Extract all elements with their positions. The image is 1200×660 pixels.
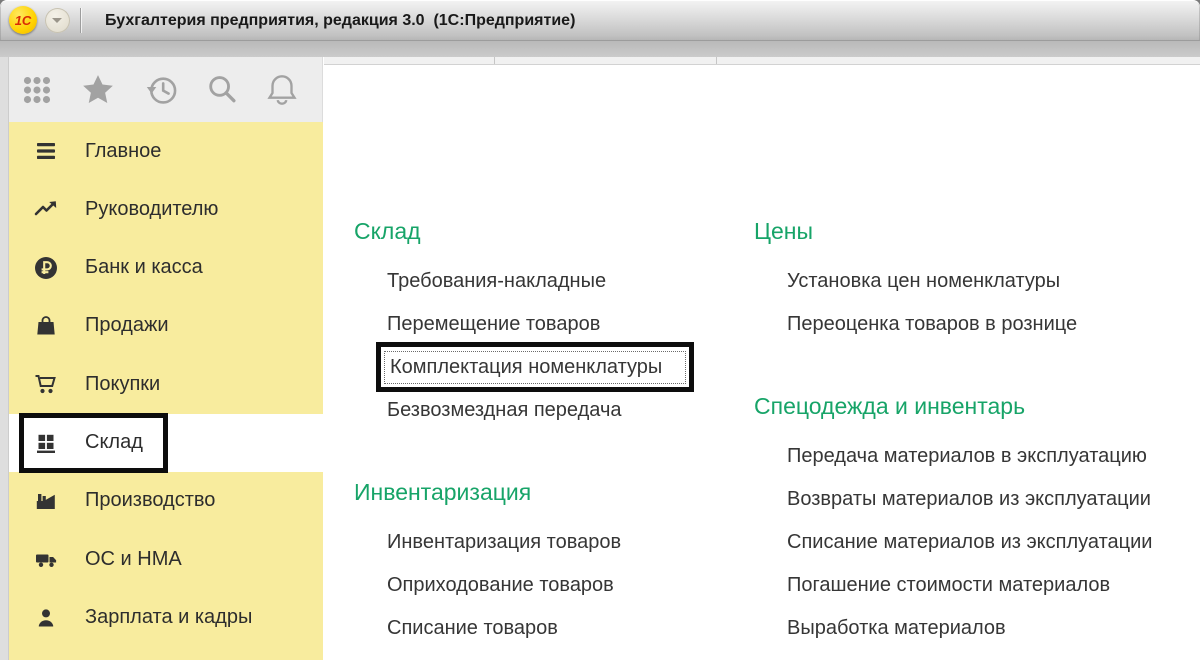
tab-strip (324, 57, 1200, 65)
sidebar-item-label: Зарплата и кадры (85, 606, 253, 629)
sidebar-item-prodazhi[interactable]: Продажи (9, 297, 323, 355)
section-title: Спецодежда и инвентарь (754, 393, 1026, 419)
sidebar-item-sklad[interactable]: Склад (9, 412, 323, 473)
sidebar-item-proizvodstvo[interactable]: Производство (9, 472, 323, 530)
sidebar-item-os-i-nma[interactable]: ОС и НМА (9, 530, 323, 588)
sidebar-item-label: Главное (85, 139, 162, 162)
menu-item[interactable]: Установка цен номенклатуры (754, 260, 1152, 303)
sidebar-item-label: Производство (85, 489, 216, 512)
main-menu-dropdown-button[interactable] (45, 8, 70, 33)
sidebar-item-label: Продажи (85, 314, 169, 337)
menu-column-left: Склад Требования-накладные Перемещение тов… (354, 217, 694, 650)
main-content: Склад Требования-накладные Перемещение тов… (324, 57, 1200, 660)
warehouse-icon (33, 430, 59, 456)
menu-item[interactable]: Оприходование товаров (354, 564, 694, 607)
menu-item[interactable]: Списание товаров (354, 607, 694, 650)
window-title: Бухгалтерия предприятия, редакция 3.0 (1… (105, 11, 576, 29)
sidebar-item-bank-i-kassa[interactable]: Банк и касса (9, 239, 323, 297)
titlebar-shadow-band (0, 41, 1200, 57)
titlebar-separator (80, 8, 81, 33)
trend-up-icon (33, 196, 59, 222)
menu-item[interactable]: Перемещение товаров (354, 303, 694, 346)
sidebar-item-label: Руководителю (85, 197, 219, 220)
menu-section: Инвентаризация Инвентаризация товаров Опри… (354, 478, 694, 650)
apps-grid-icon[interactable] (18, 71, 56, 109)
app-window: 1С Бухгалтерия предприятия, редакция 3.0… (0, 0, 1200, 660)
sidebar-item-label: Покупки (85, 372, 161, 395)
ruble-icon (33, 255, 59, 281)
menu-item[interactable]: Требования-накладные (354, 260, 694, 303)
search-icon[interactable] (203, 71, 241, 109)
menu-item[interactable]: Погашение стоимости материалов (754, 564, 1152, 607)
menu-section: Спецодежда и инвентарь Передача материало… (754, 392, 1152, 650)
section-sidebar: Главное Руководителю Банк и касса Продажи По… (9, 122, 323, 660)
menu-item[interactable]: Возвраты материалов из эксплуатации (754, 478, 1152, 521)
sidebar-item-rukovoditelyu[interactable]: Руководителю (9, 180, 323, 238)
factory-icon (33, 488, 59, 514)
title-bar: 1С Бухгалтерия предприятия, редакция 3.0… (0, 0, 1200, 41)
shopping-bag-icon (33, 313, 59, 339)
menu-item[interactable]: Инвентаризация товаров (354, 521, 694, 564)
bell-icon[interactable] (263, 71, 301, 109)
1c-logo-icon[interactable]: 1С (9, 6, 37, 34)
section-title: Инвентаризация (354, 478, 532, 505)
top-toolbar (9, 57, 323, 122)
person-icon (33, 605, 59, 631)
section-title: Склад (354, 218, 421, 244)
menu-section: Склад Требования-накладные Перемещение тов… (354, 217, 694, 432)
truck-icon (33, 546, 59, 572)
sidebar-item-label: ОС и НМА (85, 547, 182, 570)
sidebar-item-pokupki[interactable]: Покупки (9, 355, 323, 413)
history-clock-icon[interactable] (143, 71, 181, 109)
menu-column-right: Цены Установка цен номенклатуры Переоценка… (754, 217, 1152, 650)
tab-divider (494, 57, 495, 64)
menu-icon (33, 138, 59, 164)
menu-item[interactable]: Списание материалов из эксплуатации (754, 521, 1152, 564)
menu-item[interactable]: Выработка материалов (754, 607, 1152, 650)
menu-item[interactable]: Переоценка товаров в рознице (754, 303, 1152, 346)
star-icon[interactable] (79, 71, 117, 109)
tab-divider (716, 57, 717, 64)
menu-item-label: Комплектация номенклатуры (384, 350, 686, 384)
section-title: Цены (754, 218, 814, 244)
shopping-cart-icon (33, 371, 59, 397)
menu-item[interactable]: Безвозмездная передача (354, 389, 694, 432)
menu-section: Цены Установка цен номенклатуры Переоценка… (754, 217, 1152, 346)
window-left-border (0, 57, 9, 660)
sidebar-item-glavnoe[interactable]: Главное (9, 122, 323, 180)
sidebar-item-label: Банк и касса (85, 256, 203, 279)
sidebar-item-zarplata-i-kadry[interactable]: Зарплата и кадры (9, 589, 323, 647)
menu-item[interactable]: Передача материалов в эксплуатацию (754, 435, 1152, 478)
sidebar-item-label: Склад (85, 431, 143, 454)
menu-item-annotated[interactable]: Комплектация номенклатуры (376, 342, 694, 392)
